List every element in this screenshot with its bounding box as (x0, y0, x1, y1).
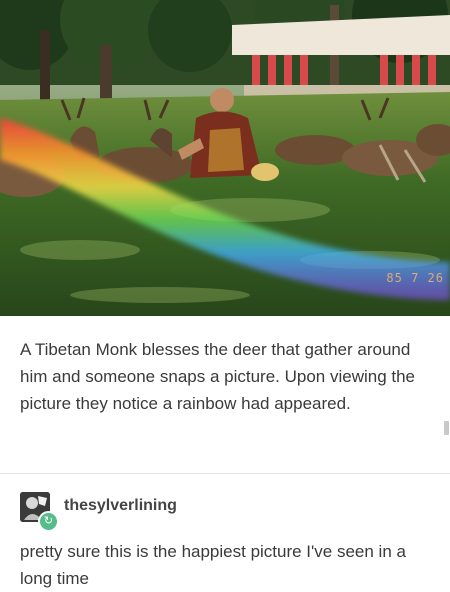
post-photo[interactable]: 85 7 26 (0, 0, 450, 316)
post-caption: A Tibetan Monk blesses the deer that gat… (20, 340, 416, 413)
post-divider (0, 473, 450, 474)
photo-date-stamp: 85 7 26 (386, 271, 444, 285)
monk-with-deer-photo (0, 0, 450, 316)
reblog-comment: pretty sure this is the happiest picture… (20, 542, 406, 588)
reblog-icon: ↻ (38, 511, 59, 532)
scrollbar-thumb[interactable] (444, 421, 449, 435)
reblogger-username[interactable]: thesylverlining (64, 497, 177, 515)
